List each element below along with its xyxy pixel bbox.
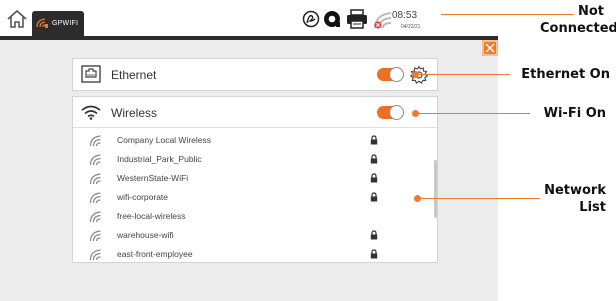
callout-line-wifi bbox=[416, 113, 530, 114]
lock-icon bbox=[370, 230, 378, 240]
lock-icon bbox=[370, 192, 378, 202]
network-name: Company Local Wireless bbox=[117, 135, 212, 145]
wifi-signal-icon bbox=[89, 173, 101, 185]
network-row[interactable]: Company Local Wireless bbox=[73, 131, 437, 151]
toggle-knob bbox=[389, 67, 404, 82]
network-row[interactable]: wifi-corporate bbox=[73, 188, 437, 208]
wireless-divider bbox=[73, 127, 437, 128]
wireless-panel: Wireless Company Local Wireless Industria… bbox=[72, 96, 438, 263]
ethernet-panel: Ethernet bbox=[72, 58, 438, 91]
wifi-signal-icon bbox=[89, 211, 101, 223]
top-bar: GPWIFI 08:53 04/23/21 bbox=[0, 0, 498, 36]
wifi-signal-icon bbox=[89, 192, 101, 204]
close-button[interactable] bbox=[482, 40, 498, 56]
wireless-label: Wireless bbox=[111, 106, 158, 120]
network-name: warehouse-wifi bbox=[117, 230, 174, 240]
lock-icon bbox=[370, 173, 378, 183]
tab-label: GPWIFI bbox=[52, 20, 79, 27]
callout-wifi-on: Wi-Fi On bbox=[543, 106, 606, 121]
network-row[interactable]: warehouse-wifi bbox=[73, 226, 437, 246]
wifi-signal-icon bbox=[89, 154, 101, 166]
callout-ethernet-on: Ethernet On bbox=[521, 67, 610, 82]
wifi-icon bbox=[81, 105, 101, 120]
ethernet-label: Ethernet bbox=[111, 68, 157, 82]
lock-icon bbox=[370, 154, 378, 164]
network-name: free-local-wireless bbox=[117, 211, 186, 221]
network-row[interactable]: Industrial_Park_Public bbox=[73, 150, 437, 170]
tab-gpwifi[interactable]: GPWIFI bbox=[32, 11, 84, 36]
signature-icon[interactable] bbox=[302, 10, 320, 28]
network-row[interactable]: WesternState-WiFi bbox=[73, 169, 437, 189]
ethernet-port-icon bbox=[81, 65, 101, 83]
callout-not-connected-line2: Connected bbox=[540, 21, 616, 36]
signal-icon bbox=[374, 12, 392, 29]
ethernet-toggle[interactable] bbox=[377, 67, 404, 82]
wireless-toggle[interactable] bbox=[377, 105, 404, 120]
network-name: WesternState-WiFi bbox=[117, 173, 189, 183]
callout-network-list: Network List bbox=[530, 182, 606, 216]
camera-icon[interactable] bbox=[323, 10, 341, 28]
device-screen: GPWIFI 08:53 04/23/21 Ethernet Wireless … bbox=[0, 0, 498, 301]
wifi-signal-icon bbox=[89, 230, 101, 242]
network-name: Industrial_Park_Public bbox=[117, 154, 202, 164]
callout-line-network-list bbox=[418, 198, 540, 199]
date: 04/23/21 bbox=[401, 24, 421, 30]
callout-not-connected: Not Connected bbox=[540, 3, 616, 37]
callout-network-list-line1: Network bbox=[544, 183, 606, 198]
toggle-knob bbox=[389, 105, 404, 120]
callout-not-connected-line1: Not bbox=[577, 4, 604, 19]
wifi-signal-icon bbox=[89, 135, 101, 147]
wifi-signal-icon bbox=[89, 249, 101, 261]
wifi-signal-icon bbox=[36, 18, 48, 28]
network-list-scrollbar[interactable] bbox=[434, 160, 437, 218]
callout-line-ethernet bbox=[416, 74, 510, 75]
lock-icon bbox=[370, 249, 378, 259]
printer-icon[interactable] bbox=[346, 9, 368, 29]
clock: 08:53 bbox=[392, 10, 418, 21]
home-icon[interactable] bbox=[6, 9, 28, 29]
close-icon bbox=[482, 40, 498, 56]
network-name: east-front-employee bbox=[117, 249, 193, 259]
network-row[interactable]: free-local-wireless bbox=[73, 207, 437, 227]
lock-icon bbox=[370, 135, 378, 145]
callout-network-list-line2: List bbox=[579, 200, 606, 215]
network-name: wifi-corporate bbox=[117, 192, 169, 202]
network-row[interactable]: east-front-employee bbox=[73, 245, 437, 265]
